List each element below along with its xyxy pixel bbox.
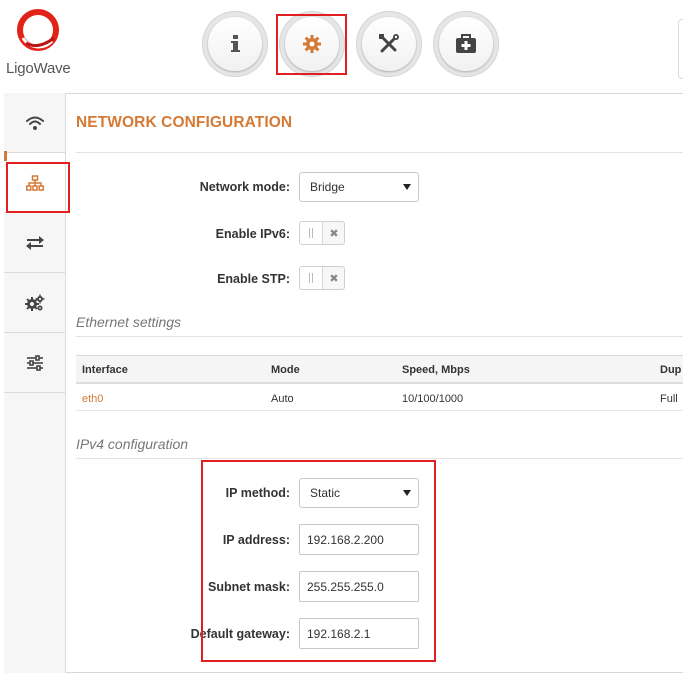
ip-method-value: Static xyxy=(310,486,341,500)
top-nav-tools-button[interactable] xyxy=(356,11,422,77)
enable-ipv6-label: Enable IPv6: xyxy=(215,227,290,241)
ethernet-section-title: Ethernet settings xyxy=(76,314,182,330)
chevron-down-icon xyxy=(403,490,411,496)
top-nav-support-button[interactable] xyxy=(433,11,499,77)
arrows-exchange-icon xyxy=(25,235,44,250)
default-gateway-input[interactable]: 192.168.2.1 xyxy=(299,618,419,649)
ligowave-logo: LigoWave xyxy=(6,8,71,77)
ligowave-logo-icon xyxy=(17,9,59,51)
top-nav-settings-button[interactable] xyxy=(279,11,345,77)
row-speed: 10/100/1000 xyxy=(402,393,464,405)
column-header-duplex: Dup xyxy=(660,364,682,376)
side-nav-network[interactable] xyxy=(4,153,65,213)
sliders-icon xyxy=(26,354,43,371)
column-header-interface: Interface xyxy=(82,364,128,376)
table-header: Interface Mode Speed, Mbps Dup xyxy=(76,356,683,384)
enable-ipv6-toggle[interactable]: ✖ xyxy=(299,221,345,245)
subnet-mask-input[interactable]: 255.255.255.0 xyxy=(299,571,419,602)
gears-icon xyxy=(24,294,44,311)
side-nav-wireless[interactable] xyxy=(4,93,65,153)
column-header-speed: Speed, Mbps xyxy=(402,364,470,376)
toggle-knob xyxy=(300,222,323,244)
ip-method-select[interactable]: Static xyxy=(299,478,419,508)
ip-method-label: IP method: xyxy=(225,486,290,500)
network-mode-label: Network mode: xyxy=(199,180,290,194)
ethernet-section-divider xyxy=(76,336,683,337)
side-nav-services[interactable] xyxy=(4,273,65,333)
title-divider xyxy=(76,152,683,153)
column-header-mode: Mode xyxy=(271,364,300,376)
row-duplex: Full xyxy=(660,393,678,405)
default-gateway-label: Default gateway: xyxy=(190,627,290,641)
wifi-icon xyxy=(25,116,44,130)
top-nav-info-button[interactable] xyxy=(202,11,268,77)
ip-address-input[interactable]: 192.168.2.200 xyxy=(299,524,419,555)
side-nav xyxy=(4,93,66,673)
toggle-off-icon: ✖ xyxy=(329,272,339,285)
row-mode: Auto xyxy=(271,393,294,405)
side-nav-active-indicator xyxy=(4,151,7,161)
toggle-off-icon: ✖ xyxy=(329,227,339,240)
interface-link-eth0[interactable]: eth0 xyxy=(82,393,103,405)
ethernet-table: Interface Mode Speed, Mbps Dup eth0 Auto… xyxy=(76,355,683,412)
gear-icon xyxy=(303,35,321,53)
ip-address-label: IP address: xyxy=(222,533,290,547)
toggle-knob xyxy=(300,267,323,289)
network-mode-select[interactable]: Bridge xyxy=(299,172,419,202)
brand-name: LigoWave xyxy=(6,60,71,77)
ipv4-section-title: IPv4 configuration xyxy=(76,436,189,452)
network-tree-icon xyxy=(25,174,44,191)
enable-stp-toggle[interactable]: ✖ xyxy=(299,266,345,290)
info-icon xyxy=(231,35,240,52)
ipv4-section-divider xyxy=(76,458,683,459)
subnet-mask-label: Subnet mask: xyxy=(208,580,290,594)
tools-icon xyxy=(379,34,399,53)
chevron-down-icon xyxy=(403,184,411,190)
side-nav-routing[interactable] xyxy=(4,213,65,273)
first-aid-kit-icon xyxy=(456,34,476,53)
header-edge-panel xyxy=(678,19,683,79)
side-nav-system[interactable] xyxy=(4,333,65,393)
network-mode-value: Bridge xyxy=(310,180,345,194)
page-title: NETWORK CONFIGURATION xyxy=(76,114,293,131)
enable-stp-label: Enable STP: xyxy=(217,272,290,286)
table-row-divider xyxy=(76,410,683,411)
